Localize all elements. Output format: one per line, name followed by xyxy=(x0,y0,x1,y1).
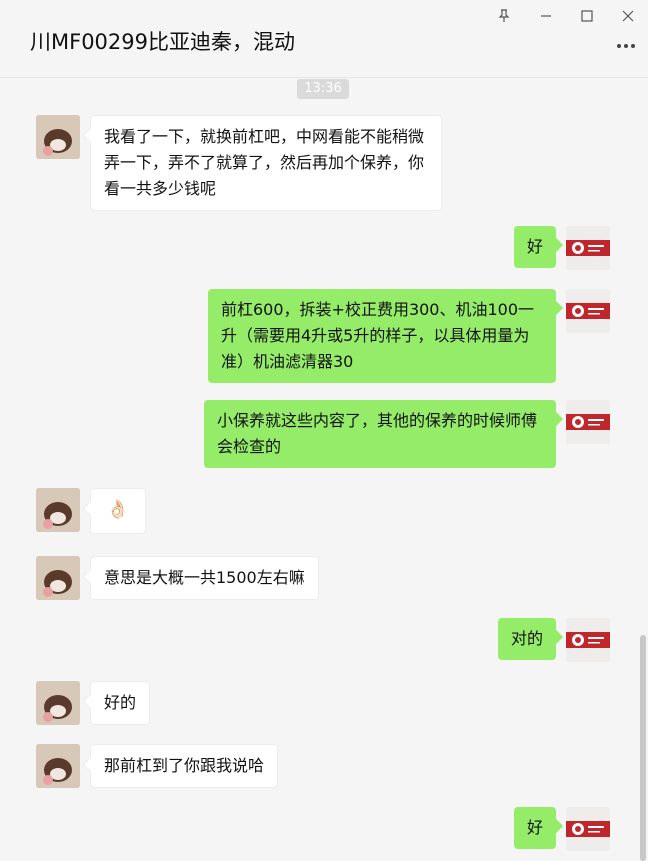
user-avatar[interactable] xyxy=(566,618,610,662)
user-avatar[interactable] xyxy=(566,289,610,333)
contact-avatar[interactable] xyxy=(36,744,80,788)
sent-message: 前杠600，拆装+校正费用300、机油100一升（需要用4升或5升的样子，以具体… xyxy=(208,289,556,383)
timestamp: 13:36 xyxy=(297,79,349,99)
user-avatar[interactable] xyxy=(566,400,610,444)
sent-message: 小保养就这些内容了，其他的保养的时候师傅会检查的 xyxy=(204,400,556,468)
received-message: 那前杠到了你跟我说哈 xyxy=(90,744,279,788)
contact-avatar[interactable] xyxy=(36,488,80,532)
sent-message: 对的 xyxy=(497,618,556,660)
more-icon[interactable] xyxy=(614,36,638,56)
close-icon[interactable] xyxy=(618,6,638,26)
pin-icon[interactable] xyxy=(494,6,514,26)
minimize-icon[interactable] xyxy=(536,6,556,26)
user-avatar[interactable] xyxy=(566,226,610,270)
sent-message: 好 xyxy=(513,226,556,268)
sent-message: 好 xyxy=(513,807,556,849)
contact-avatar[interactable] xyxy=(36,681,80,725)
scrollbar[interactable] xyxy=(640,635,646,861)
received-message: 👌🏻 xyxy=(90,488,146,534)
user-avatar[interactable] xyxy=(566,807,610,851)
received-message: 意思是大概一共1500左右嘛 xyxy=(90,556,319,600)
received-message: 我看了一下，就换前杠吧，中网看能不能稍微弄一下，弄不了就算了，然后再加个保养，你… xyxy=(90,115,442,211)
received-message: 好的 xyxy=(90,681,151,725)
contact-avatar[interactable] xyxy=(36,556,80,600)
title-bar: 川MF00299比亚迪秦，混动 xyxy=(0,0,648,78)
maximize-icon[interactable] xyxy=(577,6,597,26)
chat-title: 川MF00299比亚迪秦，混动 xyxy=(30,30,296,54)
contact-avatar[interactable] xyxy=(36,115,80,159)
